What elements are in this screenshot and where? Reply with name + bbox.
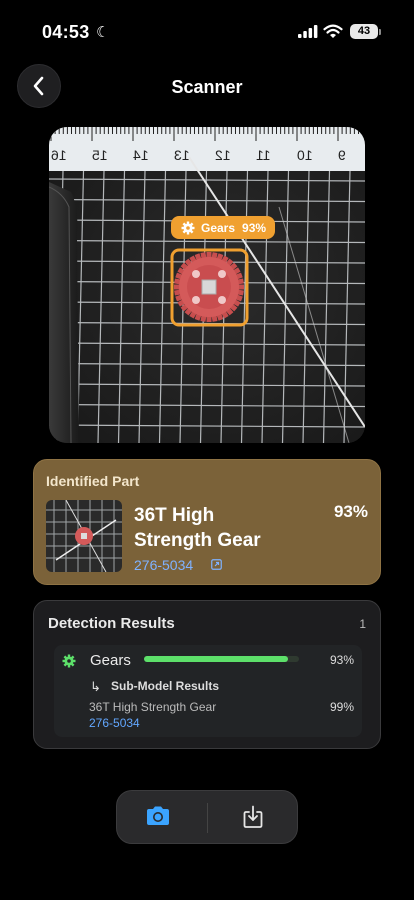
ruler-label: 11	[256, 147, 271, 163]
external-link-icon[interactable]	[211, 559, 222, 570]
sub-model-header: Sub-Model Results	[111, 679, 220, 693]
detection-count: 1	[359, 617, 366, 631]
gear-icon	[181, 221, 195, 235]
result-label: Gears	[90, 652, 131, 669]
detection-label: Gears 93%	[171, 216, 275, 239]
detection-label-confidence: 93%	[242, 220, 267, 235]
battery-indicator: 43	[350, 24, 378, 39]
ruler-label: 16	[51, 147, 67, 163]
camera-icon	[147, 806, 169, 825]
detection-label-text: Gears	[201, 220, 236, 235]
toolbar-divider	[207, 803, 208, 833]
camera-button[interactable]	[145, 805, 171, 832]
ruler-label: 13	[174, 147, 190, 163]
detection-result-item[interactable]: Gears 93% ↳ Sub-Model Results 36T High S…	[54, 645, 362, 737]
ruler-label: 14	[133, 147, 149, 163]
identified-part-header: Identified Part	[46, 473, 140, 489]
part-name-line2: Strength Gear	[134, 530, 261, 551]
ruler-label: 10	[297, 147, 313, 163]
save-button[interactable]	[242, 805, 264, 834]
part-number-link[interactable]: 276-5034	[134, 557, 193, 573]
status-time: 04:53	[42, 22, 90, 42]
sub-model-part-link[interactable]: 276-5034	[89, 716, 140, 730]
detection-results-header: Detection Results	[48, 615, 175, 632]
sub-model-name: 36T High Strength Gear	[89, 700, 217, 714]
camera-image	[49, 127, 365, 443]
confidence-bar-fill	[144, 656, 289, 662]
part-thumbnail	[46, 500, 122, 572]
status-bar: 04:53 ☾ 43	[0, 0, 414, 60]
identified-part-card[interactable]: Identified Part 36T High Strength Gear 9…	[33, 459, 381, 585]
moon-icon: ☾	[96, 24, 110, 41]
sub-result-arrow-icon: ↳	[90, 679, 101, 694]
part-name-line1: 36T High	[134, 505, 215, 526]
detection-results-card: Detection Results 1 Gears 93% ↳ Sub-Mode…	[33, 600, 381, 749]
ruler-label: 9	[338, 147, 346, 163]
confidence-bar	[144, 656, 299, 662]
sub-model-confidence: 99%	[329, 700, 354, 714]
save-download-icon	[243, 805, 263, 828]
ruler-label: 15	[92, 147, 108, 163]
battery-tip	[379, 29, 381, 35]
part-confidence: 93%	[333, 502, 368, 521]
camera-preview[interactable]: Gears 93% 16 15 14 13 12 11 10 9	[49, 127, 365, 443]
result-confidence: 93%	[329, 653, 354, 667]
bottom-toolbar	[116, 790, 298, 844]
page-title: Scanner	[171, 77, 243, 97]
signal-icon	[298, 25, 318, 38]
ruler-label: 12	[215, 147, 231, 163]
wifi-icon	[323, 24, 343, 38]
gear-icon	[62, 654, 76, 668]
part-name: 36T High Strength Gear	[134, 503, 294, 553]
